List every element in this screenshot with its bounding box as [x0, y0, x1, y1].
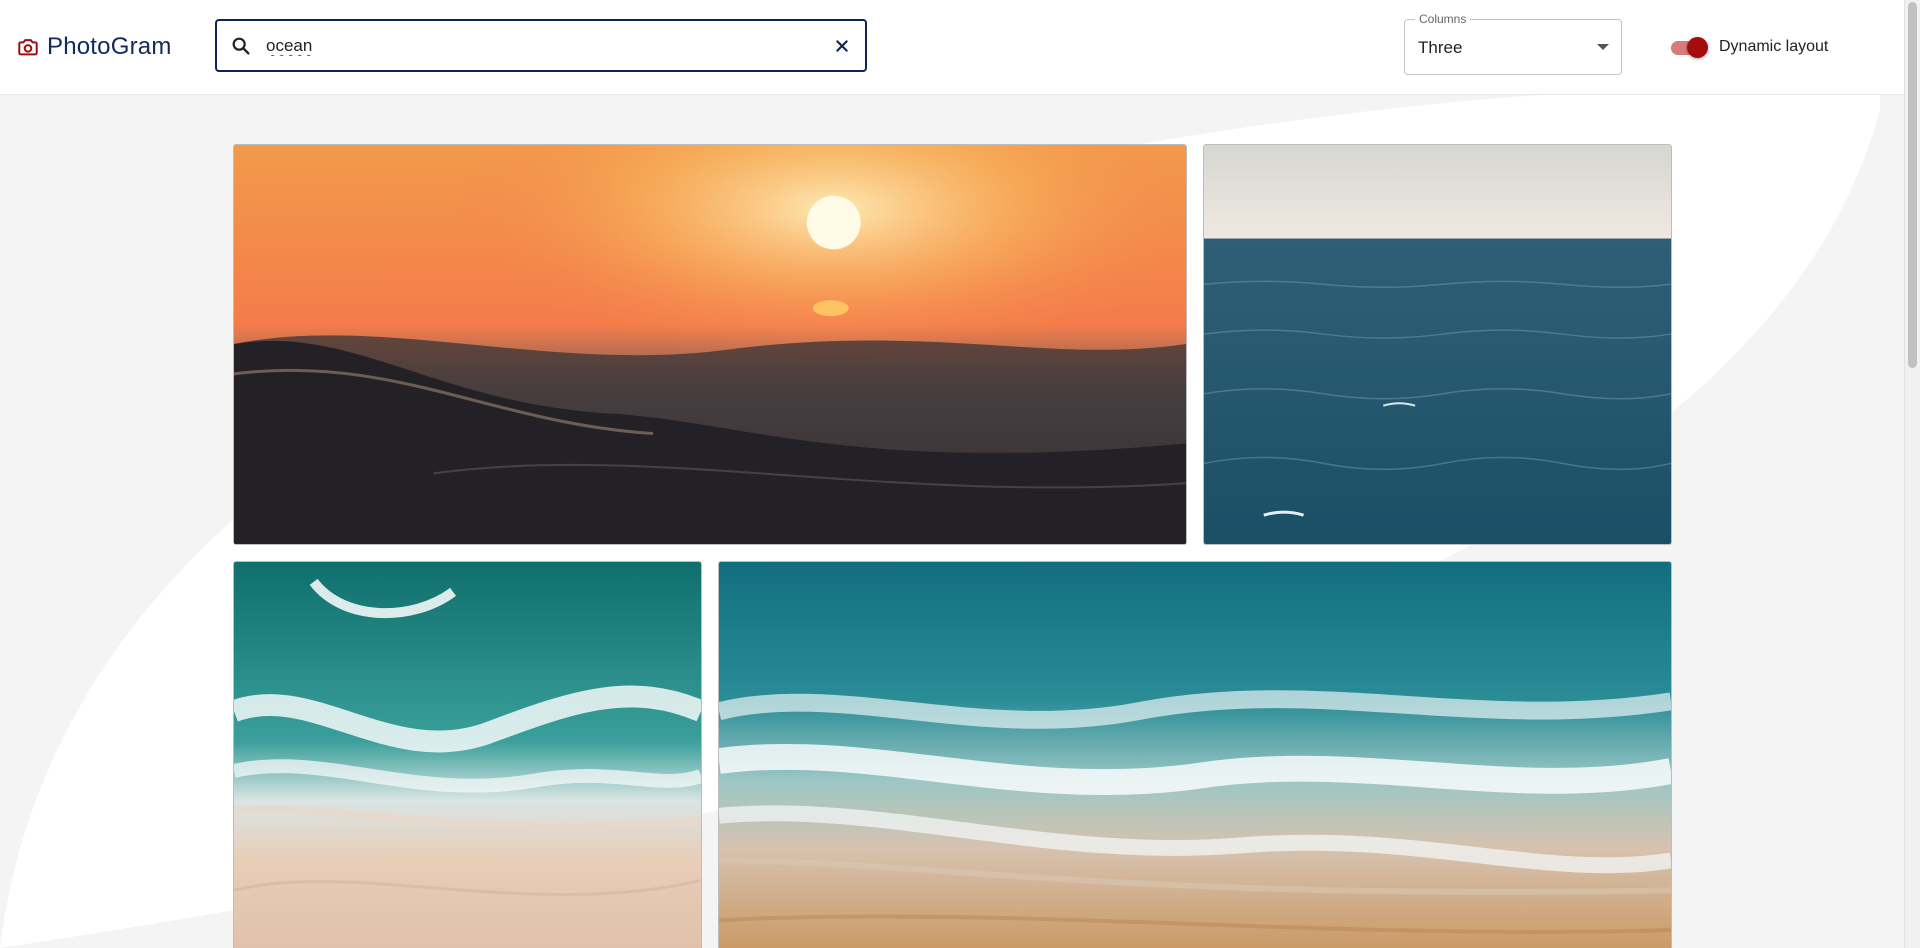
photo-open-sea — [1204, 145, 1671, 544]
photo-gallery — [0, 0, 1905, 948]
photo-card[interactable] — [1203, 144, 1672, 545]
photo-card[interactable] — [233, 144, 1187, 545]
photo-sunset-waves — [234, 145, 1186, 544]
search-icon — [230, 35, 252, 57]
close-icon[interactable] — [831, 35, 853, 57]
columns-select[interactable]: Columns Three — [1404, 12, 1622, 75]
dynamic-layout-label: Dynamic layout — [1719, 38, 1829, 55]
app-header: PhotoGram Columns Three — [0, 0, 1905, 95]
search-box[interactable] — [215, 19, 867, 72]
scrollbar-thumb[interactable] — [1908, 2, 1917, 368]
vertical-scrollbar[interactable] — [1904, 0, 1920, 948]
photo-card[interactable] — [233, 561, 702, 948]
switch-thumb — [1687, 37, 1708, 58]
columns-value: Three — [1418, 38, 1463, 57]
dynamic-layout-toggle[interactable]: Dynamic layout — [1671, 34, 1828, 60]
camera-icon — [17, 36, 39, 58]
photo-aerial-surf — [234, 562, 701, 948]
columns-label: Columns — [1415, 12, 1471, 26]
search-input[interactable] — [264, 29, 828, 62]
layout-switch[interactable] — [1671, 36, 1708, 58]
photo-card[interactable] — [718, 561, 1672, 948]
brand[interactable]: PhotoGram — [17, 30, 172, 64]
brand-name: PhotoGram — [47, 33, 172, 60]
chevron-down-icon — [1597, 44, 1609, 50]
photo-aerial-shoreline — [719, 562, 1671, 948]
page: PhotoGram Columns Three — [0, 0, 1920, 948]
